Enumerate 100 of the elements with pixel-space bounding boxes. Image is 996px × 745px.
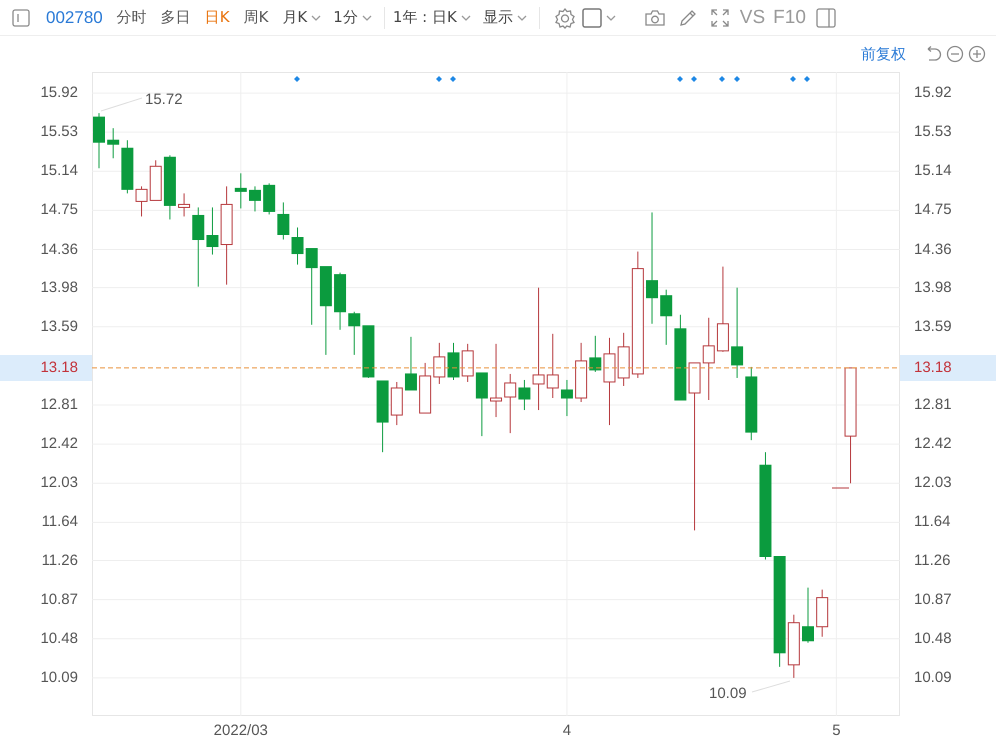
caret-icon (460, 14, 471, 22)
price-tick-label: 13.98 (39, 278, 79, 298)
price-tick-label: 12.03 (913, 473, 953, 494)
candlestick (150, 160, 162, 201)
price-tick-label: 15.92 (913, 83, 953, 104)
stock-code: 002780 (46, 8, 103, 28)
dropdown-button[interactable]: 月K (282, 8, 322, 27)
event-marker-icon[interactable] (804, 76, 810, 82)
leader-line (100, 98, 142, 112)
leader-line (752, 680, 790, 692)
fullscreen-icon[interactable] (710, 8, 730, 28)
date-axis-label: 5 (832, 722, 841, 739)
price-tick-label: 14.75 (913, 200, 953, 220)
caret-icon (516, 14, 527, 22)
candlestick (433, 342, 446, 384)
settings-icon[interactable] (554, 6, 576, 28)
period-tab[interactable]: 周K (244, 8, 268, 27)
candlestick (136, 186, 148, 217)
period-tab[interactable]: 多日 (160, 8, 191, 27)
candlestick (618, 332, 630, 386)
zoom-in-icon[interactable] (968, 45, 986, 63)
candlestick (348, 311, 360, 356)
candlestick (448, 342, 460, 380)
price-tick-label: 14.75 (39, 200, 79, 220)
candlestick (518, 379, 530, 411)
price-tick-label: 12.81 (39, 395, 79, 416)
price-tick-label: 12.03 (39, 473, 79, 494)
sidebar-toggle-icon[interactable] (12, 8, 30, 26)
dropdown-button[interactable]: 1分 (333, 8, 372, 27)
price-tick-label: 11.64 (913, 512, 952, 532)
high-price-label: 15.72 (145, 91, 183, 108)
candlestick (107, 128, 120, 159)
candlestick (660, 289, 672, 346)
event-marker-icon[interactable] (450, 76, 456, 82)
candlestick (164, 154, 176, 220)
event-marker-icon[interactable] (436, 76, 442, 82)
price-tick-label: 15.53 (913, 122, 953, 142)
zoom-out-icon[interactable] (946, 45, 964, 63)
candlestick (788, 614, 800, 678)
candlestick (390, 381, 403, 426)
side-panel-icon[interactable] (816, 8, 836, 28)
event-marker-icon[interactable] (677, 76, 683, 82)
candlestick (93, 112, 105, 169)
price-tick-label: 13.98 (913, 278, 953, 298)
candlestick (560, 379, 573, 417)
candlestick (575, 342, 588, 403)
pencil-icon[interactable] (678, 8, 698, 28)
price-tick-label: 10.48 (913, 628, 953, 649)
period-tab[interactable]: 分时 (116, 8, 147, 27)
caret-icon (311, 14, 322, 22)
candlestick (476, 372, 488, 437)
candlestick (334, 272, 346, 330)
square-dropdown[interactable] (582, 8, 616, 28)
adjust-link[interactable]: 前复权 (861, 44, 906, 64)
event-marker-icon[interactable] (691, 76, 697, 82)
candlestick (462, 343, 474, 382)
price-tick-label: 12.42 (913, 434, 953, 454)
caret-icon (606, 14, 616, 22)
price-tick-label: 13.59 (913, 316, 953, 337)
date-axis-label: 2022/03 (214, 722, 268, 739)
candlestick (589, 335, 602, 372)
price-tick-label: 10.09 (913, 668, 953, 688)
dropdown-button[interactable]: 显示 (482, 8, 527, 27)
caret-icon (362, 14, 372, 22)
price-tick-label: 13.59 (39, 316, 79, 337)
date-axis-label: 4 (562, 722, 572, 739)
price-tick-label: 15.53 (39, 122, 79, 142)
price-tick-label: 15.14 (39, 161, 79, 182)
dropdown-button[interactable]: 1年 : 日K (392, 8, 471, 27)
candlestick (419, 362, 432, 414)
candlestick (121, 140, 134, 194)
event-marker-icon[interactable] (294, 76, 300, 82)
current-price-label: 13.18 (0, 354, 92, 381)
price-tick-label: 11.26 (913, 550, 952, 571)
candlestick (206, 206, 218, 256)
price-tick-label: 14.36 (39, 240, 79, 260)
price-tick-label: 11.64 (40, 512, 79, 532)
candlestick (362, 325, 374, 378)
candlestick (263, 182, 276, 215)
price-tick-label: 10.87 (913, 590, 953, 610)
price-tick-label: 11.26 (40, 550, 79, 571)
event-marker-icon[interactable] (790, 76, 796, 82)
price-tick-label: 10.09 (39, 668, 79, 688)
candlestick (546, 333, 559, 398)
candlestick (178, 192, 190, 217)
event-marker-icon[interactable] (719, 76, 725, 82)
candlestick (504, 373, 516, 434)
candlestick (248, 186, 261, 212)
candlestick (404, 336, 417, 390)
price-tick-label: 10.48 (39, 628, 79, 649)
candlestick (292, 226, 304, 266)
candlestick (816, 589, 828, 638)
square-icon (582, 8, 602, 28)
current-price-label: 13.18 (900, 354, 996, 381)
candlestick (802, 587, 814, 644)
price-tick-label: 15.14 (913, 161, 953, 182)
camera-icon[interactable] (644, 8, 666, 28)
event-marker-icon[interactable] (734, 76, 740, 82)
low-price-label: 10.09 (709, 685, 747, 702)
price-tick-label: 10.87 (39, 590, 79, 610)
